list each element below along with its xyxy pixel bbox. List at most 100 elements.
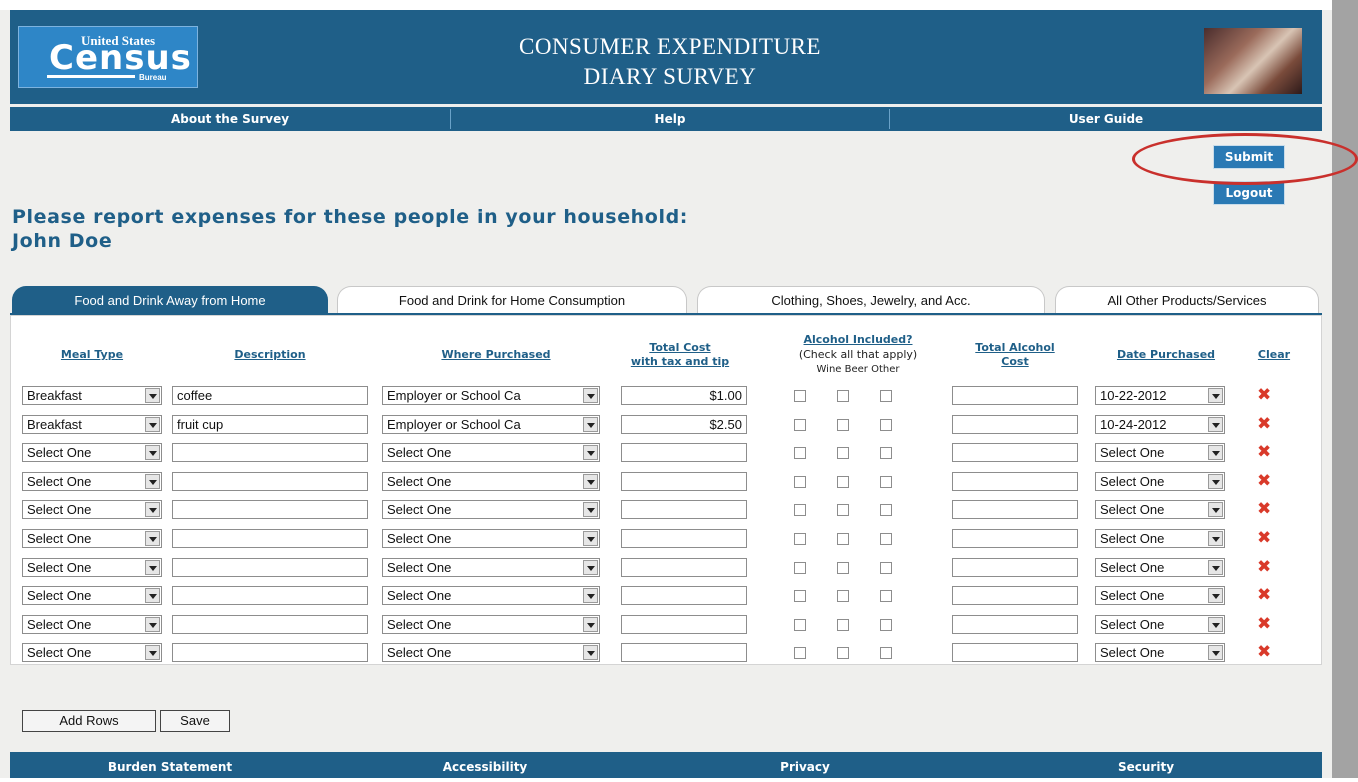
wine-checkbox[interactable] xyxy=(794,533,806,545)
meal-type-select[interactable]: Select One xyxy=(22,558,162,577)
wine-checkbox[interactable] xyxy=(794,647,806,659)
wine-checkbox[interactable] xyxy=(794,619,806,631)
chevron-down-icon[interactable] xyxy=(145,560,160,575)
chevron-down-icon[interactable] xyxy=(583,588,598,603)
total-alcohol-cost-input[interactable] xyxy=(952,558,1078,577)
total-alcohol-cost-input[interactable] xyxy=(952,443,1078,462)
footer-privacy[interactable]: Privacy xyxy=(640,752,970,778)
total-alcohol-cost-input[interactable] xyxy=(952,615,1078,634)
header-total-alcohol-cost[interactable]: Total Alcohol Cost xyxy=(950,341,1080,369)
nav-help[interactable]: Help xyxy=(451,107,889,131)
where-purchased-select[interactable]: Select One xyxy=(382,615,600,634)
description-input[interactable] xyxy=(172,586,368,605)
wine-checkbox[interactable] xyxy=(794,419,806,431)
total-cost-input[interactable] xyxy=(621,529,747,548)
meal-type-select[interactable]: Select One xyxy=(22,615,162,634)
save-button[interactable]: Save xyxy=(160,710,230,732)
meal-type-select[interactable]: Select One xyxy=(22,643,162,662)
total-cost-input[interactable] xyxy=(621,558,747,577)
date-purchased-select[interactable]: 10-24-2012 xyxy=(1095,415,1225,434)
chevron-down-icon[interactable] xyxy=(145,588,160,603)
tab-food-away-from-home[interactable]: Food and Drink Away from Home xyxy=(12,286,328,314)
chevron-down-icon[interactable] xyxy=(145,445,160,460)
meal-type-select[interactable]: Breakfast xyxy=(22,386,162,405)
total-cost-input[interactable] xyxy=(621,615,747,634)
where-purchased-select[interactable]: Select One xyxy=(382,643,600,662)
beer-checkbox[interactable] xyxy=(837,562,849,574)
total-alcohol-cost-input[interactable] xyxy=(952,415,1078,434)
header-date-purchased[interactable]: Date Purchased xyxy=(1086,348,1246,362)
date-purchased-select[interactable]: Select One xyxy=(1095,615,1225,634)
nav-user-guide[interactable]: User Guide xyxy=(890,107,1322,131)
date-purchased-select[interactable]: Select One xyxy=(1095,529,1225,548)
header-clear[interactable]: Clear xyxy=(1242,348,1306,362)
footer-security[interactable]: Security xyxy=(970,752,1322,778)
description-input[interactable]: fruit cup xyxy=(172,415,368,434)
meal-type-select[interactable]: Select One xyxy=(22,443,162,462)
clear-row-icon[interactable]: ✖ xyxy=(1257,444,1271,461)
date-purchased-select[interactable]: Select One xyxy=(1095,500,1225,519)
where-purchased-select[interactable]: Select One xyxy=(382,443,600,462)
total-cost-input[interactable] xyxy=(621,586,747,605)
where-purchased-select[interactable]: Select One xyxy=(382,586,600,605)
description-input[interactable] xyxy=(172,615,368,634)
header-meal-type[interactable]: Meal Type xyxy=(22,348,162,362)
wine-checkbox[interactable] xyxy=(794,590,806,602)
chevron-down-icon[interactable] xyxy=(1208,645,1223,660)
date-purchased-select[interactable]: Select One xyxy=(1095,643,1225,662)
other-checkbox[interactable] xyxy=(880,533,892,545)
chevron-down-icon[interactable] xyxy=(583,417,598,432)
description-input[interactable] xyxy=(172,500,368,519)
where-purchased-select[interactable]: Employer or School Ca xyxy=(382,386,600,405)
clear-row-icon[interactable]: ✖ xyxy=(1257,530,1271,547)
beer-checkbox[interactable] xyxy=(837,419,849,431)
total-cost-input[interactable]: $1.00 xyxy=(621,386,747,405)
beer-checkbox[interactable] xyxy=(837,476,849,488)
chevron-down-icon[interactable] xyxy=(583,560,598,575)
wine-checkbox[interactable] xyxy=(794,562,806,574)
other-checkbox[interactable] xyxy=(880,619,892,631)
date-purchased-select[interactable]: Select One xyxy=(1095,443,1225,462)
where-purchased-select[interactable]: Select One xyxy=(382,472,600,491)
clear-row-icon[interactable]: ✖ xyxy=(1257,644,1271,661)
beer-checkbox[interactable] xyxy=(837,504,849,516)
chevron-down-icon[interactable] xyxy=(1208,560,1223,575)
other-checkbox[interactable] xyxy=(880,419,892,431)
description-input[interactable] xyxy=(172,558,368,577)
chevron-down-icon[interactable] xyxy=(1208,474,1223,489)
total-alcohol-cost-input[interactable] xyxy=(952,643,1078,662)
total-cost-input[interactable] xyxy=(621,472,747,491)
where-purchased-select[interactable]: Employer or School Ca xyxy=(382,415,600,434)
total-cost-input[interactable] xyxy=(621,643,747,662)
chevron-down-icon[interactable] xyxy=(145,617,160,632)
beer-checkbox[interactable] xyxy=(837,647,849,659)
chevron-down-icon[interactable] xyxy=(583,645,598,660)
total-alcohol-cost-input[interactable] xyxy=(952,500,1078,519)
add-rows-button[interactable]: Add Rows xyxy=(22,710,156,732)
where-purchased-select[interactable]: Select One xyxy=(382,558,600,577)
logout-button[interactable]: Logout xyxy=(1213,181,1285,205)
chevron-down-icon[interactable] xyxy=(583,531,598,546)
total-cost-input[interactable]: $2.50 xyxy=(621,415,747,434)
other-checkbox[interactable] xyxy=(880,504,892,516)
wine-checkbox[interactable] xyxy=(794,504,806,516)
description-input[interactable] xyxy=(172,472,368,491)
where-purchased-select[interactable]: Select One xyxy=(382,500,600,519)
chevron-down-icon[interactable] xyxy=(145,502,160,517)
census-logo[interactable]: United States Census Bureau xyxy=(18,26,198,88)
clear-row-icon[interactable]: ✖ xyxy=(1257,387,1271,404)
date-purchased-select[interactable]: Select One xyxy=(1095,586,1225,605)
meal-type-select[interactable]: Select One xyxy=(22,472,162,491)
total-alcohol-cost-input[interactable] xyxy=(952,472,1078,491)
total-alcohol-cost-input[interactable] xyxy=(952,386,1078,405)
chevron-down-icon[interactable] xyxy=(145,645,160,660)
submit-button[interactable]: Submit xyxy=(1213,145,1285,169)
beer-checkbox[interactable] xyxy=(837,447,849,459)
meal-type-select[interactable]: Select One xyxy=(22,529,162,548)
nav-about-the-survey[interactable]: About the Survey xyxy=(10,107,450,131)
clear-row-icon[interactable]: ✖ xyxy=(1257,616,1271,633)
chevron-down-icon[interactable] xyxy=(1208,588,1223,603)
chevron-down-icon[interactable] xyxy=(583,502,598,517)
chevron-down-icon[interactable] xyxy=(145,388,160,403)
other-checkbox[interactable] xyxy=(880,390,892,402)
